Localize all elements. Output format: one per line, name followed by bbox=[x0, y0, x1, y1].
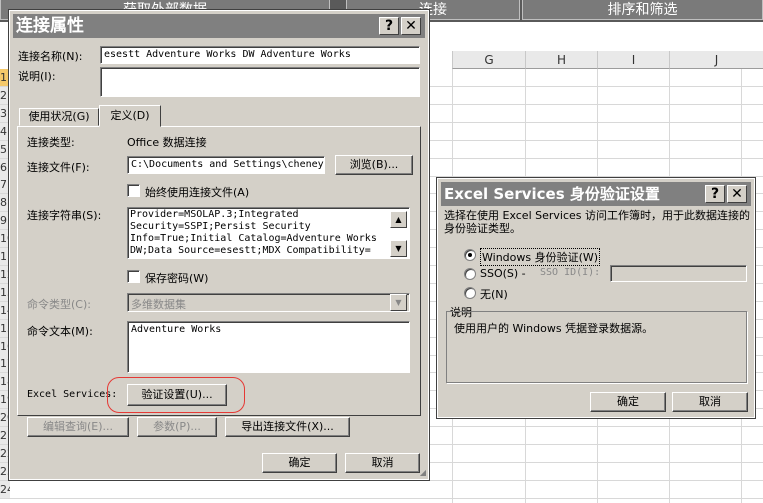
save-password-checkbox[interactable] bbox=[127, 270, 140, 283]
arrow-up-icon: ▲ bbox=[395, 215, 402, 224]
auth-help-button[interactable]: ? bbox=[705, 185, 725, 203]
arrow-down-icon: ▼ bbox=[395, 244, 402, 253]
help-icon: ? bbox=[710, 186, 720, 202]
connection-string-label: 连接字符串(S): bbox=[27, 209, 102, 222]
scroll-up-button[interactable]: ▲ bbox=[390, 211, 407, 228]
help-button[interactable]: ? bbox=[379, 17, 399, 35]
connection-string-line: Security=SSPI;Persist Security bbox=[130, 221, 311, 232]
command-text-textarea[interactable]: Adventure Works bbox=[127, 321, 410, 373]
command-type-dropdown-button[interactable]: ▼ bbox=[390, 294, 407, 311]
auth-close-button[interactable]: ✕ bbox=[727, 185, 747, 203]
close-icon: ✕ bbox=[731, 186, 743, 202]
auth-cancel-button[interactable]: 取消 bbox=[672, 392, 748, 412]
always-use-file-label: 始终使用连接文件(A) bbox=[145, 186, 250, 199]
scroll-down-button[interactable]: ▼ bbox=[390, 240, 407, 257]
ribbon-tab-sort-filter[interactable]: 排序和筛选 bbox=[522, 0, 763, 20]
connection-type-value: Office 数据连接 bbox=[127, 136, 207, 149]
edit-query-button[interactable]: 编辑查询(E)... bbox=[27, 417, 129, 437]
dialog-title: 连接属性 bbox=[16, 16, 84, 36]
connection-string-line: Info=True;Initial Catalog=Adventure Work… bbox=[130, 233, 377, 244]
command-type-select[interactable]: 多维数据集 bbox=[127, 293, 410, 312]
excel-services-label: Excel Services: bbox=[27, 389, 118, 400]
connection-name-input[interactable]: esestt Adventure Works DW Adventure Work… bbox=[100, 46, 420, 64]
description-label: 说明(I): bbox=[18, 70, 56, 83]
windows-auth-label: Windows 身份验证(W) bbox=[480, 248, 601, 266]
connection-string-line: Provider=MSOLAP.3;Integrated bbox=[130, 209, 299, 220]
auth-dialog-title: Excel Services 身份验证设置 bbox=[444, 185, 660, 203]
command-text-label: 命令文本(M): bbox=[27, 325, 93, 338]
export-connection-file-button[interactable]: 导出连接文件(X)... bbox=[225, 417, 350, 437]
sso-radio[interactable] bbox=[464, 268, 476, 280]
sso-label: SSO(S) - bbox=[480, 267, 526, 280]
connection-name-label: 连接名称(N): bbox=[18, 50, 83, 63]
description-input[interactable] bbox=[100, 67, 420, 97]
save-password-label: 保存密码(W) bbox=[145, 272, 209, 285]
description-group: 使用用户的 Windows 凭据登录数据源。 bbox=[446, 311, 747, 383]
tab-usage[interactable]: 使用状况(G) bbox=[19, 108, 99, 126]
close-icon: ✕ bbox=[405, 18, 417, 34]
cancel-button[interactable]: 取消 bbox=[345, 453, 420, 473]
help-icon: ? bbox=[384, 18, 394, 34]
connection-file-label: 连接文件(F): bbox=[27, 161, 90, 174]
column-header-h[interactable]: H bbox=[525, 51, 597, 69]
command-type-label: 命令类型(C): bbox=[27, 298, 91, 311]
browse-button[interactable]: 浏览(B)... bbox=[335, 155, 413, 175]
dialog-titlebar: 连接属性 ? ✕ bbox=[13, 14, 425, 38]
auth-intro-text: 选择在使用 Excel Services 访问工作簿时，用于此数据连接的身份验证… bbox=[444, 209, 751, 235]
auth-ok-button[interactable]: 确定 bbox=[590, 392, 666, 412]
connection-type-label: 连接类型: bbox=[27, 136, 75, 149]
auth-dialog-titlebar: Excel Services 身份验证设置 ? ✕ bbox=[441, 182, 751, 206]
ok-button[interactable]: 确定 bbox=[262, 453, 337, 473]
grid-line bbox=[0, 497, 763, 499]
connection-properties-dialog: 连接属性 ? ✕ 连接名称(N): esestt Adventure Works… bbox=[8, 9, 430, 481]
tab-definition[interactable]: 定义(D) bbox=[99, 105, 161, 127]
resize-grip-icon[interactable]: ◢ bbox=[420, 468, 426, 477]
row-header[interactable]: 24 bbox=[0, 480, 10, 498]
parameters-button[interactable]: 参数(P)... bbox=[137, 417, 217, 437]
close-button[interactable]: ✕ bbox=[401, 17, 421, 35]
connection-string-textarea[interactable]: Provider=MSOLAP.3;Integrated Security=SS… bbox=[127, 207, 410, 259]
connection-file-input[interactable]: C:\Documents and Settings\cheney bbox=[127, 156, 325, 174]
description-text: 使用用户的 Windows 凭据登录数据源。 bbox=[454, 322, 654, 335]
sso-id-input[interactable] bbox=[610, 265, 747, 282]
column-header-j[interactable]: J bbox=[669, 51, 763, 69]
auth-settings-button[interactable]: 验证设置(U)... bbox=[127, 384, 227, 406]
none-radio[interactable] bbox=[464, 287, 476, 299]
chevron-down-icon: ▼ bbox=[395, 298, 402, 307]
auth-settings-dialog: Excel Services 身份验证设置 ? ✕ 选择在使用 Excel Se… bbox=[436, 177, 756, 419]
always-use-file-checkbox[interactable] bbox=[127, 184, 140, 197]
windows-auth-radio[interactable] bbox=[464, 249, 476, 261]
connection-string-line: DW;Data Source=esestt;MDX Compatibility= bbox=[130, 245, 371, 256]
sso-id-label: SSO ID(I): bbox=[540, 267, 601, 278]
column-header-g[interactable]: G bbox=[452, 51, 525, 69]
none-label: 无(N) bbox=[480, 288, 508, 301]
column-header-i[interactable]: I bbox=[597, 51, 669, 69]
